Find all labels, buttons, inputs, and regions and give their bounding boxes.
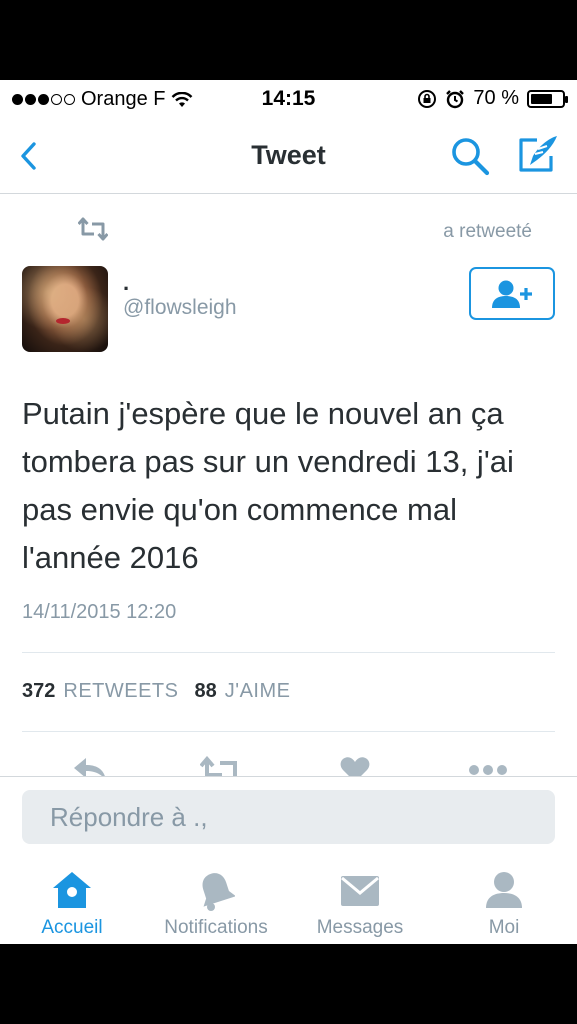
tab-notifications[interactable]: Notifications <box>144 850 288 944</box>
compose-icon[interactable] <box>513 132 561 178</box>
tweet-text: Putain j'espère que le nouvel an ça tomb… <box>22 396 514 575</box>
search-icon[interactable] <box>448 134 494 178</box>
envelope-icon <box>341 876 379 906</box>
status-bar: Orange F 14:15 70 % <box>0 80 577 118</box>
reply-icon[interactable] <box>72 756 108 776</box>
retweet-icon[interactable] <box>200 756 242 776</box>
reply-bar <box>0 776 577 850</box>
tweet-timestamp: 14/11/2015 12:20 <box>22 601 177 623</box>
rotation-lock-icon <box>418 89 437 108</box>
person-icon <box>486 872 522 908</box>
retweets-count[interactable]: 372 <box>22 680 55 703</box>
tab-label: Messages <box>316 917 404 938</box>
battery-icon <box>527 89 568 108</box>
tab-messages[interactable]: Messages <box>288 850 432 944</box>
retweets-label[interactable]: RETWEETS <box>63 680 178 703</box>
divider <box>22 652 555 653</box>
alarm-icon <box>446 89 465 108</box>
tab-label: Accueil <box>41 917 103 938</box>
tweet-actions <box>0 750 577 776</box>
screen: Orange F 14:15 70 % Tweet a retweeté . @… <box>0 80 577 944</box>
tweet-stats: 372 RETWEETS 88 J'AIME <box>22 680 298 703</box>
avatar[interactable] <box>22 266 108 352</box>
bell-icon <box>202 873 235 911</box>
follow-user-icon <box>492 280 532 308</box>
divider <box>22 731 555 732</box>
likes-label[interactable]: J'AIME <box>225 680 291 703</box>
battery-percent: 70 % <box>473 87 519 109</box>
status-right: 70 % <box>417 87 568 110</box>
tab-bar: Accueil Notifications Messages Moi <box>0 850 577 944</box>
tab-label: Notifications <box>164 917 268 938</box>
more-icon[interactable] <box>468 756 508 776</box>
reply-input[interactable] <box>22 790 555 844</box>
retweet-icon <box>78 217 108 241</box>
likes-count[interactable]: 88 <box>195 680 217 703</box>
author-handle[interactable]: @flowsleigh <box>123 296 237 320</box>
follow-button[interactable] <box>469 267 555 320</box>
tab-label: Moi <box>488 917 520 938</box>
tab-me[interactable]: Moi <box>432 850 576 944</box>
author-name[interactable]: . <box>123 270 129 296</box>
retweet-label: a retweeté <box>443 221 532 242</box>
heart-icon[interactable] <box>340 756 370 776</box>
tab-home[interactable]: Accueil <box>0 850 144 944</box>
home-icon <box>53 872 91 908</box>
navigation-bar: Tweet <box>0 118 577 194</box>
